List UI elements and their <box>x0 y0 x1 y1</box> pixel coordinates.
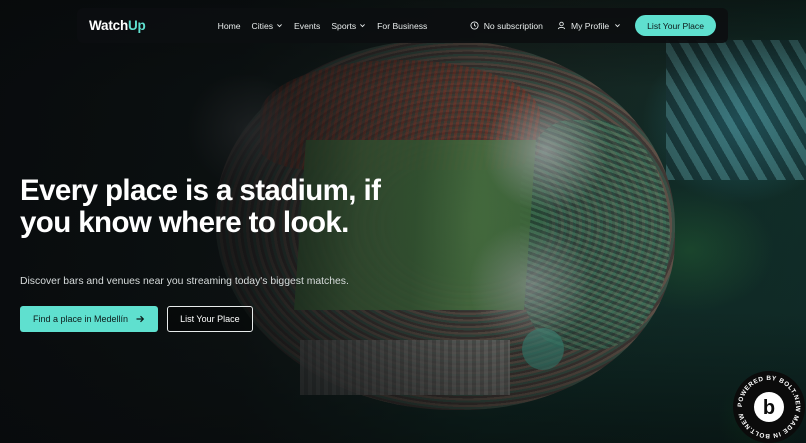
nav-link-home[interactable]: Home <box>218 21 241 31</box>
chevron-down-icon <box>360 24 366 28</box>
top-navbar: WatchUp Home Cities Events Sports For Bu… <box>77 8 728 43</box>
list-your-place-hero-button[interactable]: List Your Place <box>167 306 253 332</box>
nav-links: Home Cities Events Sports For Business <box>218 21 428 31</box>
bolt-letter: b <box>763 397 775 419</box>
user-icon <box>557 21 566 30</box>
nav-link-cities[interactable]: Cities <box>252 21 284 31</box>
nav-link-sports[interactable]: Sports <box>331 21 366 31</box>
brand-logo[interactable]: WatchUp <box>89 18 146 33</box>
subscription-status: No subscription <box>470 21 543 31</box>
nav-right: No subscription My Profile List Your Pla… <box>470 15 716 36</box>
clock-icon <box>470 21 479 30</box>
nav-link-events[interactable]: Events <box>294 21 320 31</box>
chevron-down-icon <box>615 24 621 28</box>
hero-title: Every place is a stadium, if you know wh… <box>20 174 381 239</box>
find-place-label: Find a place in Medellín <box>33 314 129 324</box>
hero-subtitle: Discover bars and venues near you stream… <box>20 276 349 287</box>
chevron-down-icon <box>277 24 282 28</box>
nav-link-for-business[interactable]: For Business <box>377 21 427 31</box>
bolt-badge-graphic: POWERED BY BOLT.NEW MADE IN BOLT.NEW b <box>737 375 801 439</box>
arrow-right-icon <box>136 315 145 323</box>
hero-cta-row: Find a place in Medellín List Your Place <box>20 306 253 332</box>
list-your-place-nav-button[interactable]: List Your Place <box>635 15 716 36</box>
my-profile-menu[interactable]: My Profile <box>557 21 621 31</box>
bolt-new-badge[interactable]: POWERED BY BOLT.NEW MADE IN BOLT.NEW b <box>733 371 805 443</box>
find-place-button[interactable]: Find a place in Medellín <box>20 306 159 332</box>
